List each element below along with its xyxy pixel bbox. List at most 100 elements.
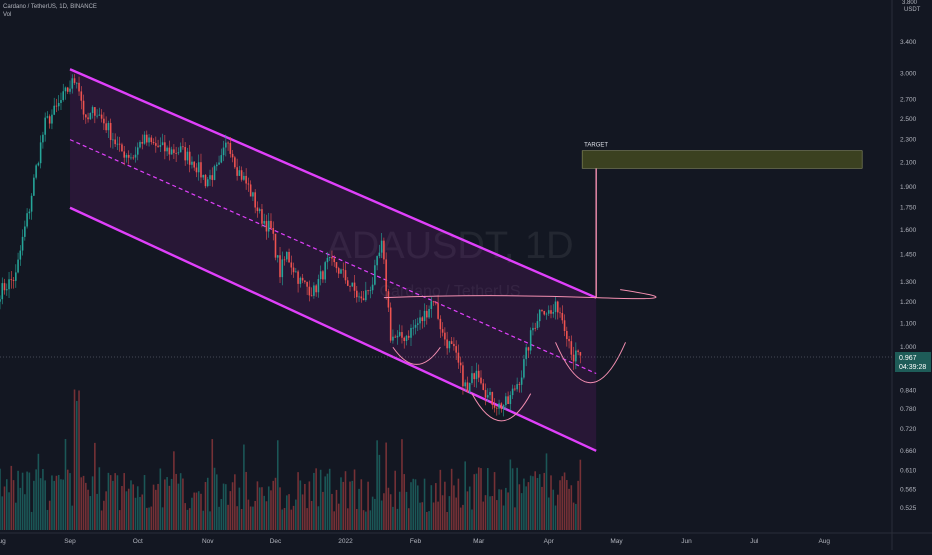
volume-bar (385, 442, 387, 530)
volume-bar (15, 502, 17, 530)
volume-bar (10, 465, 13, 530)
volume-bar (247, 499, 250, 530)
price-tick-label: 2.300 (900, 137, 917, 144)
candle-body (276, 255, 279, 258)
volume-bar (462, 504, 464, 530)
candle-body (249, 184, 252, 197)
volume-bar (267, 486, 270, 530)
candle-body (414, 324, 417, 328)
volume-bar (502, 505, 505, 530)
candle-body (254, 192, 256, 208)
price-tick-label: 2.700 (900, 97, 917, 104)
volume-bar (572, 502, 575, 530)
candle-body (335, 262, 338, 269)
candle-body (125, 154, 128, 158)
volume-bar (265, 501, 268, 530)
volume-bar (362, 510, 365, 530)
volume-bar (412, 478, 415, 530)
candle (234, 155, 236, 169)
candle (35, 163, 37, 180)
time-tick-label: Oct (133, 538, 143, 545)
candle-body (570, 341, 573, 355)
candle-body (288, 251, 290, 263)
candle-body (421, 317, 424, 322)
candle-body (430, 301, 433, 310)
volume-bar (496, 500, 498, 530)
candle-body (37, 163, 40, 166)
candle-body (333, 258, 336, 263)
volume-bar (143, 475, 146, 530)
volume-bar (118, 510, 121, 530)
candle-body (376, 256, 378, 266)
volume-bar (389, 494, 392, 530)
candle-body (145, 134, 148, 143)
volume-bar (236, 506, 238, 530)
volume-bar (105, 491, 107, 530)
volume-bar (182, 478, 184, 530)
volume-bar (3, 486, 6, 530)
volume-bar (466, 491, 469, 530)
volume-bar (319, 469, 322, 530)
volume-bar (514, 507, 516, 530)
time-tick-label: Dec (270, 538, 282, 545)
volume-bar (91, 476, 94, 530)
candle-body (398, 332, 401, 336)
volume-bar (559, 480, 561, 530)
candle-body (66, 87, 69, 92)
candle-body (579, 352, 582, 356)
volume-bar (134, 497, 137, 530)
candle-body (82, 100, 85, 115)
candle-body (459, 362, 462, 366)
candle (389, 302, 392, 343)
volume-bar (396, 508, 399, 530)
legend-volume[interactable]: Vol (3, 11, 97, 19)
price-tick-label: 1.900 (900, 184, 917, 191)
candle-body (541, 309, 543, 311)
candle-body (547, 310, 550, 314)
volume-bar (369, 510, 372, 530)
volume-bar (276, 440, 279, 530)
candle-body (464, 382, 466, 387)
candle (213, 164, 216, 181)
time-tick-label: May (610, 538, 623, 545)
candle-body (554, 301, 557, 312)
volume-bar (85, 482, 87, 530)
candle-body (57, 102, 60, 107)
candle-body (186, 151, 189, 161)
volume-bar (297, 472, 299, 530)
candle-body (150, 137, 153, 142)
volume-bar (71, 505, 74, 530)
candle-body (197, 162, 200, 173)
volume-bar (509, 459, 512, 530)
candle-body (240, 170, 243, 180)
candle-body (374, 265, 376, 285)
volume-bar (229, 491, 232, 530)
candle-body (236, 167, 238, 176)
volume-bar (170, 478, 173, 530)
volume-bar (423, 478, 426, 530)
volume-bar (511, 468, 514, 530)
candle-body (331, 256, 333, 259)
volume-bar (100, 510, 103, 530)
candle-body (256, 207, 259, 212)
volume-bar (48, 500, 51, 530)
chart-canvas[interactable]: ADAUSDT, 1D Cardano / TetherUS TARGET 3.… (0, 0, 932, 550)
legend-symbol[interactable]: Cardano / TetherUS, 1D, BINANCE (3, 3, 97, 11)
volume-bar (215, 474, 218, 530)
volume-bar (500, 489, 503, 530)
volume-bar (245, 471, 247, 530)
volume-bar (525, 486, 527, 530)
candle-body (310, 295, 313, 297)
candle-body (387, 291, 390, 308)
volume-bar (538, 474, 541, 530)
candle-body (507, 396, 509, 405)
candle-body (301, 277, 304, 281)
volume-bar (459, 507, 462, 530)
volume-bar (453, 485, 455, 530)
trading-chart[interactable]: ADAUSDT, 1D Cardano / TetherUS TARGET 3.… (0, 0, 932, 550)
candle-body (164, 142, 166, 152)
candle-body (112, 139, 114, 141)
volume-bar (444, 481, 446, 530)
candle-body (209, 175, 211, 180)
volume-bar (44, 480, 46, 530)
